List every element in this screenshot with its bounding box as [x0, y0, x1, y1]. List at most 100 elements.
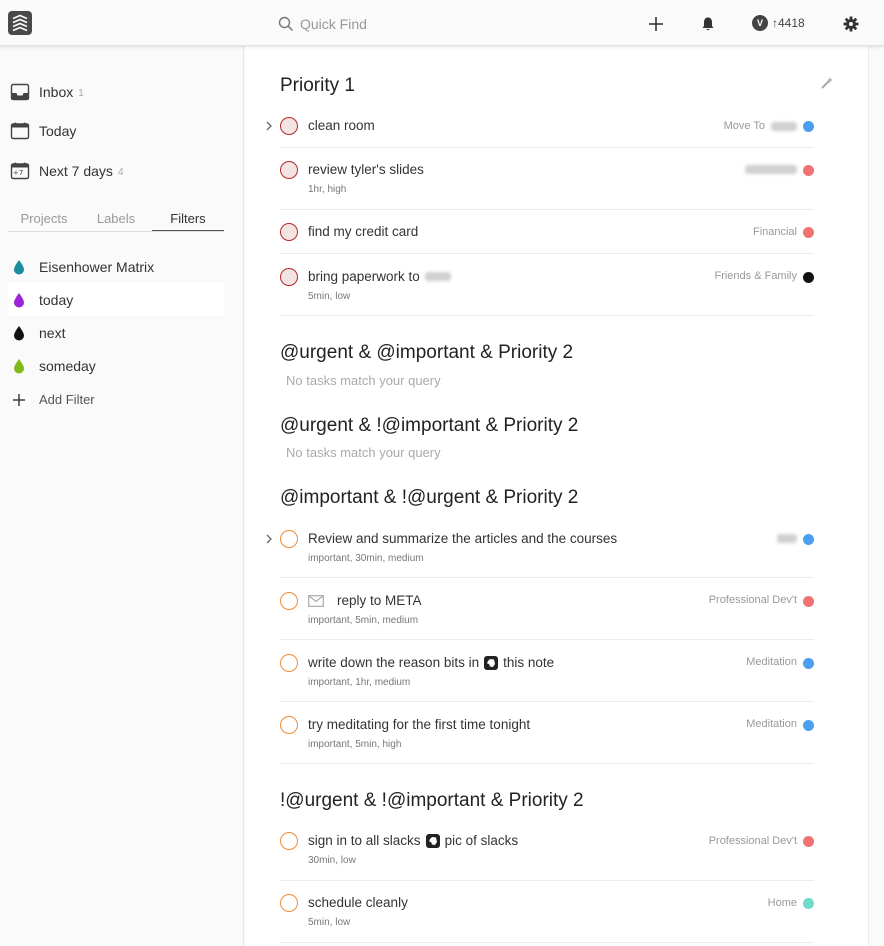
task-project[interactable]: Financial	[753, 226, 797, 238]
task-checkbox[interactable]	[280, 268, 298, 286]
sidebar-item-next-7-days[interactable]: +7 Next 7 days 4	[10, 159, 124, 183]
quick-find[interactable]	[278, 13, 500, 35]
task-checkbox[interactable]	[280, 894, 298, 912]
task-content: try meditating for the first time tonigh…	[308, 717, 531, 732]
task-project[interactable]: Move To	[724, 120, 797, 132]
task-checkbox[interactable]	[280, 117, 298, 135]
karma-badge-icon: V	[752, 15, 768, 31]
task-labels: important, 5min, high	[308, 739, 402, 750]
drop-icon	[13, 292, 25, 308]
task-content: sign in to all slacks pic of slacks	[308, 833, 519, 848]
project-color-dot	[803, 534, 814, 545]
project-color-dot	[803, 165, 814, 176]
blurred-text	[777, 533, 797, 543]
task-item[interactable]: find my credit card Financial	[280, 210, 814, 254]
search-input[interactable]	[300, 16, 500, 32]
task-checkbox[interactable]	[280, 716, 298, 734]
section-title-important-not-urgent: @important & !@urgent & Priority 2	[280, 487, 579, 508]
task-project[interactable]: Friends & Family	[714, 270, 797, 282]
plus-icon	[13, 392, 25, 408]
filter-item-someday[interactable]: someday	[8, 349, 224, 382]
karma-button[interactable]: V ↑4418	[752, 15, 805, 31]
task-project[interactable]: Professional Dev't	[709, 594, 797, 606]
task-item[interactable]: schedule cleanly 5min, low Home	[280, 881, 814, 943]
filter-label: someday	[39, 357, 96, 374]
task-content: bring paperwork to	[308, 269, 451, 284]
filter-item-today[interactable]: today	[8, 283, 224, 316]
karma-points: ↑4418	[772, 16, 805, 30]
filter-label: next	[39, 324, 66, 341]
task-checkbox[interactable]	[280, 654, 298, 672]
evernote-icon[interactable]	[425, 833, 440, 848]
search-icon	[278, 16, 294, 32]
task-project[interactable]	[777, 532, 797, 544]
task-content: reply to META	[308, 593, 422, 608]
settings-button[interactable]	[841, 14, 861, 34]
calendar-next7-icon: +7	[10, 161, 30, 181]
task-item[interactable]: bring paperwork to 5min, low Friends & F…	[280, 254, 814, 316]
task-project[interactable]	[745, 163, 797, 175]
task-item[interactable]: review tyler's slides 1hr, high	[280, 148, 814, 210]
task-labels: important, 5min, medium	[308, 615, 419, 626]
sidebar-item-inbox[interactable]: Inbox 1	[10, 80, 84, 104]
task-content: schedule cleanly	[308, 895, 408, 910]
project-color-dot	[803, 596, 814, 607]
calendar-today-icon	[10, 121, 30, 141]
drop-icon	[13, 259, 25, 275]
task-item[interactable]: clean room Move To	[266, 108, 814, 148]
task-labels: 5min, low	[308, 917, 351, 928]
chevron-right-icon[interactable]	[264, 534, 274, 544]
sidebar-item-today[interactable]: Today	[10, 119, 76, 143]
task-content: review tyler's slides	[308, 162, 424, 177]
tab-labels[interactable]: Labels	[80, 210, 152, 231]
sidebar-item-label: Today	[39, 123, 77, 139]
add-task-button[interactable]	[646, 14, 666, 34]
task-checkbox[interactable]	[280, 832, 298, 850]
task-content: write down the reason bits in this note	[308, 655, 555, 670]
task-checkbox[interactable]	[280, 530, 298, 548]
chevron-right-icon[interactable]	[264, 121, 274, 131]
project-color-dot	[803, 720, 814, 731]
task-item[interactable]: write down the reason bits in this note …	[280, 640, 814, 702]
task-checkbox[interactable]	[280, 592, 298, 610]
gear-icon	[843, 16, 859, 32]
inbox-count: 1	[78, 88, 84, 99]
task-item[interactable]: sign in to all slacks pic of slacks 30mi…	[280, 819, 814, 881]
notifications-button[interactable]	[698, 14, 718, 34]
filter-label: today	[39, 291, 74, 308]
task-checkbox[interactable]	[280, 223, 298, 241]
sidebar-item-label: Inbox	[39, 84, 74, 100]
evernote-icon[interactable]	[484, 655, 499, 670]
task-content: find my credit card	[308, 224, 419, 239]
todoist-logo-icon[interactable]	[8, 11, 32, 35]
project-color-dot	[803, 272, 814, 283]
filter-item-eisenhower-matrix[interactable]: Eisenhower Matrix	[8, 250, 224, 283]
filter-item-next[interactable]: next	[8, 316, 224, 349]
filter-label: Eisenhower Matrix	[39, 258, 155, 275]
add-filter-button[interactable]: Add Filter	[8, 383, 224, 416]
task-item[interactable]: try meditating for the first time tonigh…	[280, 702, 814, 764]
drop-icon	[13, 325, 25, 341]
blurred-text	[424, 272, 451, 281]
task-project[interactable]: Home	[768, 897, 797, 909]
task-labels: important, 30min, medium	[308, 553, 424, 564]
task-item[interactable]: reply to META important, 5min, medium Pr…	[280, 578, 814, 640]
right-gutter	[868, 46, 884, 946]
blurred-text	[771, 121, 797, 131]
top-bar: V ↑4418	[0, 0, 884, 46]
task-project[interactable]: Meditation	[746, 656, 797, 668]
task-project[interactable]: Professional Dev't	[709, 835, 797, 847]
task-checkbox[interactable]	[280, 161, 298, 179]
blurred-text	[745, 164, 797, 174]
task-project[interactable]: Meditation	[746, 718, 797, 730]
tab-filters[interactable]: Filters	[152, 210, 224, 231]
section-title-urgent-not-important: @urgent & !@important & Priority 2	[280, 415, 579, 436]
sidebar-tabs: Projects Labels Filters	[8, 210, 224, 232]
section-title-priority-1: Priority 1	[280, 75, 355, 96]
task-item[interactable]: Review and summarize the articles and th…	[266, 516, 814, 578]
bell-icon	[702, 17, 714, 31]
email-icon	[308, 594, 324, 607]
magic-wand-icon[interactable]	[820, 76, 834, 95]
task-labels: 1hr, high	[308, 184, 347, 195]
tab-projects[interactable]: Projects	[8, 210, 80, 231]
